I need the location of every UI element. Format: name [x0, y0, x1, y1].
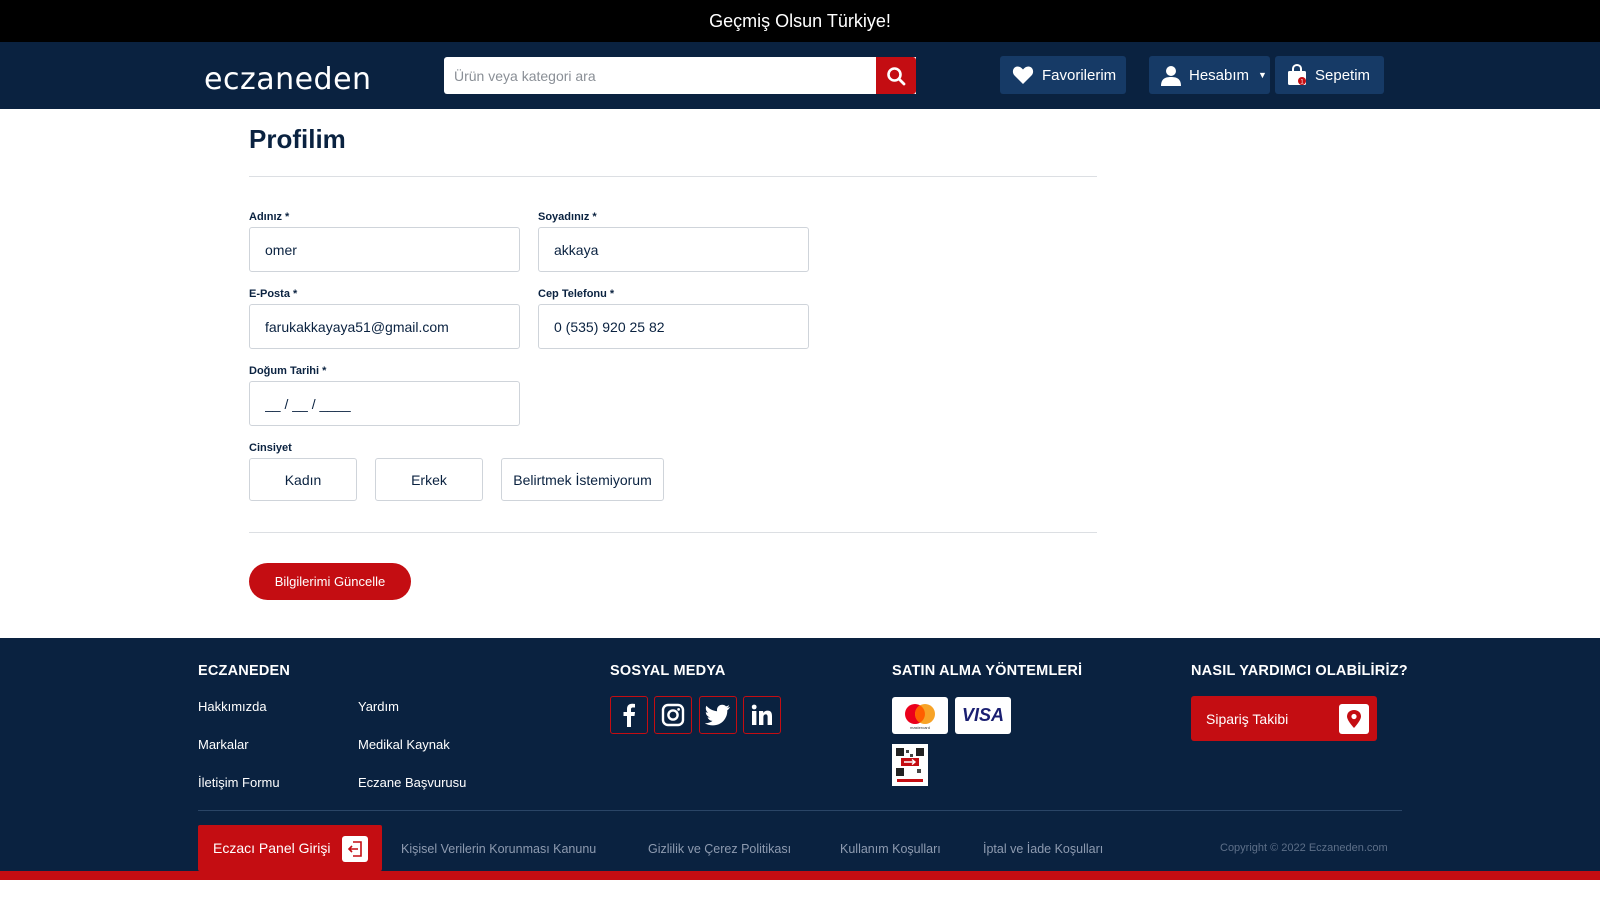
favorites-label: Favorilerim	[1042, 66, 1117, 84]
etbis-qr-icon[interactable]	[892, 744, 928, 786]
mastercard-icon: mastercard	[892, 697, 948, 734]
cart-button[interactable]: 1 Sepetim	[1275, 56, 1384, 94]
announcement-bar: Geçmiş Olsun Türkiye!	[0, 0, 1600, 42]
phone-label: Cep Telefonu *	[538, 288, 615, 300]
last-name-input[interactable]	[539, 228, 808, 271]
birthdate-field	[249, 381, 520, 426]
site-footer: ECZANEDEN Hakkımızda Yardım Markalar Med…	[0, 638, 1600, 871]
account-button[interactable]: Hesabım ▼	[1149, 56, 1270, 94]
footer-link-help[interactable]: Yardım	[358, 699, 399, 714]
search-input[interactable]	[444, 57, 916, 94]
pharmacist-panel-label: Eczacı Panel Girişi	[213, 840, 331, 856]
gender-option-female[interactable]: Kadın	[249, 458, 357, 501]
announcement-text: Geçmiş Olsun Türkiye!	[709, 10, 891, 31]
site-header: eczaneden Favorilerim Hesabım ▼ 1 Sepeti…	[0, 42, 1600, 109]
email-label: E-Posta *	[249, 288, 298, 300]
user-icon	[1161, 65, 1181, 86]
footer-link-pharmacy-apply[interactable]: Eczane Başvurusu	[358, 775, 466, 790]
footer-link-terms[interactable]: Kullanım Koşulları	[840, 842, 941, 856]
phone-field	[538, 304, 809, 349]
visa-icon: VISA	[955, 697, 1011, 734]
footer-accent-line	[0, 871, 1600, 880]
mastercard-label: mastercard	[910, 725, 930, 730]
last-name-label: Soyadınız *	[538, 211, 597, 223]
shopping-bag-icon: 1	[1288, 64, 1306, 86]
copyright-text: Copyright © 2022 Eczaneden.com	[1220, 842, 1388, 854]
instagram-icon[interactable]	[654, 696, 692, 734]
footer-link-privacy[interactable]: Gizlilik ve Çerez Politikası	[648, 842, 791, 856]
login-icon	[342, 836, 368, 862]
order-tracking-button[interactable]: Sipariş Takibi	[1191, 696, 1377, 741]
footer-link-about[interactable]: Hakkımızda	[198, 699, 267, 714]
gender-label: Cinsiyet	[249, 442, 292, 454]
footer-heading-help: NASIL YARDIMCI OLABİLİRİZ?	[1191, 663, 1408, 679]
twitter-icon[interactable]	[699, 696, 737, 734]
search-box	[444, 57, 916, 94]
phone-input[interactable]	[539, 305, 808, 348]
update-profile-button[interactable]: Bilgilerimi Güncelle	[249, 563, 411, 600]
account-label: Hesabım	[1189, 66, 1250, 84]
pharmacist-panel-login-button[interactable]: Eczacı Panel Girişi	[198, 825, 382, 871]
cart-label: Sepetim	[1315, 66, 1371, 84]
first-name-label: Adınız *	[249, 211, 290, 223]
site-logo[interactable]: eczaneden	[204, 62, 372, 97]
footer-link-brands[interactable]: Markalar	[198, 737, 249, 752]
birthdate-input[interactable]	[250, 382, 519, 425]
footer-link-contact[interactable]: İletişim Formu	[198, 775, 280, 790]
page-title: Profilim	[249, 124, 346, 154]
first-name-field	[249, 227, 520, 272]
visa-label: VISA	[961, 705, 1004, 725]
footer-link-medical[interactable]: Medikal Kaynak	[358, 737, 450, 752]
linkedin-icon[interactable]	[743, 696, 781, 734]
first-name-input[interactable]	[250, 228, 519, 271]
divider	[249, 532, 1097, 533]
email-field	[249, 304, 520, 349]
birthdate-label: Doğum Tarihi *	[249, 365, 327, 377]
search-button[interactable]	[876, 57, 916, 94]
divider	[249, 176, 1097, 177]
favorites-button[interactable]: Favorilerim	[1000, 56, 1126, 94]
chevron-down-icon: ▼	[1258, 70, 1267, 80]
footer-heading-payment: SATIN ALMA YÖNTEMLERİ	[892, 663, 1083, 679]
order-tracking-label: Sipariş Takibi	[1206, 710, 1289, 727]
facebook-icon[interactable]	[610, 696, 648, 734]
footer-heading-eczaneden: ECZANEDEN	[198, 663, 291, 679]
last-name-field	[538, 227, 809, 272]
footer-divider	[198, 810, 1402, 811]
gender-option-male[interactable]: Erkek	[375, 458, 483, 501]
footer-heading-social: SOSYAL MEDYA	[610, 663, 726, 679]
gender-option-unspecified[interactable]: Belirtmek İstemiyorum	[501, 458, 664, 501]
search-icon	[887, 66, 906, 85]
email-input[interactable]	[250, 305, 519, 348]
footer-link-return-policy[interactable]: İptal ve İade Koşulları	[983, 842, 1103, 856]
footer-link-kvkk[interactable]: Kişisel Verilerin Korunması Kanunu	[401, 842, 596, 856]
location-pin-icon	[1339, 704, 1369, 734]
heart-icon	[1012, 66, 1034, 84]
